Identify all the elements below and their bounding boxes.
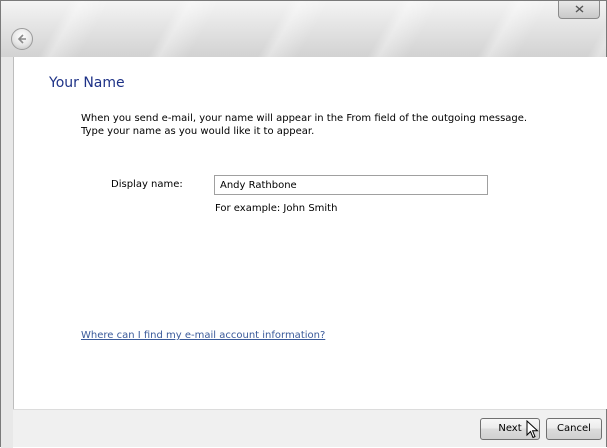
wizard-content: Your Name When you send e-mail, your nam…	[13, 57, 607, 409]
cancel-button[interactable]: Cancel	[546, 418, 602, 440]
instruction-line-1: When you send e-mail, your name will app…	[81, 113, 528, 124]
instructions: When you send e-mail, your name will app…	[81, 112, 551, 138]
example-text: For example: John Smith	[215, 203, 338, 214]
wizard-window: Your Name When you send e-mail, your nam…	[0, 0, 607, 448]
account-info-help-link[interactable]: Where can I find my e-mail account infor…	[81, 330, 325, 341]
page-title: Your Name	[49, 75, 125, 91]
display-name-input[interactable]	[214, 175, 488, 195]
instruction-line-2: Type your name as you would like it to a…	[81, 126, 315, 137]
close-button[interactable]	[558, 1, 600, 19]
back-arrow-icon	[17, 34, 26, 44]
title-bar	[1, 1, 606, 57]
button-bar: Next Cancel	[13, 409, 606, 447]
window-left-edge	[1, 57, 13, 448]
back-button[interactable]	[11, 28, 33, 50]
display-name-label: Display name:	[111, 179, 183, 190]
close-icon	[575, 5, 584, 13]
mouse-pointer-icon	[526, 420, 539, 439]
